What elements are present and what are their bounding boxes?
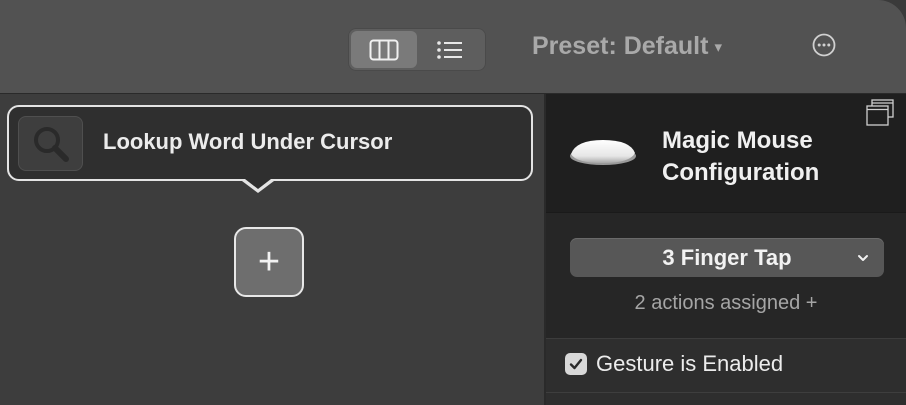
copy-window-icon[interactable] bbox=[866, 99, 894, 127]
add-action-button[interactable]: + bbox=[234, 227, 304, 297]
chevron-down-icon bbox=[858, 255, 868, 261]
ellipsis-circle-icon[interactable] bbox=[812, 33, 836, 57]
chevron-down-icon: ▾ bbox=[714, 39, 722, 57]
preset-selector[interactable]: Preset: Default ▾ bbox=[532, 32, 722, 61]
actions-assigned-link[interactable]: 2 actions assigned + bbox=[546, 292, 906, 315]
view-mode-segmented-control bbox=[348, 28, 486, 71]
divider bbox=[546, 392, 906, 393]
magnifying-glass-icon bbox=[33, 126, 69, 162]
columns-icon bbox=[369, 39, 399, 60]
list-icon bbox=[437, 40, 462, 59]
action-icon-box bbox=[18, 116, 83, 171]
gesture-enabled-label: Gesture is Enabled bbox=[596, 351, 784, 376]
action-label: Lookup Word Under Cursor bbox=[103, 129, 393, 154]
gesture-enabled-checkbox[interactable] bbox=[565, 353, 587, 375]
magic-mouse-icon bbox=[570, 140, 636, 165]
gesture-dropdown[interactable]: 3 Finger Tap bbox=[570, 238, 884, 277]
app-window: Preset: Default ▾ Lookup Word Under Curso… bbox=[0, 0, 906, 405]
preset-label: Preset: Default bbox=[532, 32, 709, 60]
list-view-button[interactable] bbox=[417, 31, 483, 68]
card-pointer-fill bbox=[245, 179, 271, 189]
gesture-dropdown-label: 3 Finger Tap bbox=[662, 245, 792, 270]
checkmark-icon bbox=[569, 358, 583, 370]
device-title: Magic Mouse Configuration bbox=[662, 127, 820, 186]
action-card[interactable]: Lookup Word Under Cursor bbox=[7, 105, 533, 181]
columns-view-button[interactable] bbox=[351, 31, 417, 68]
